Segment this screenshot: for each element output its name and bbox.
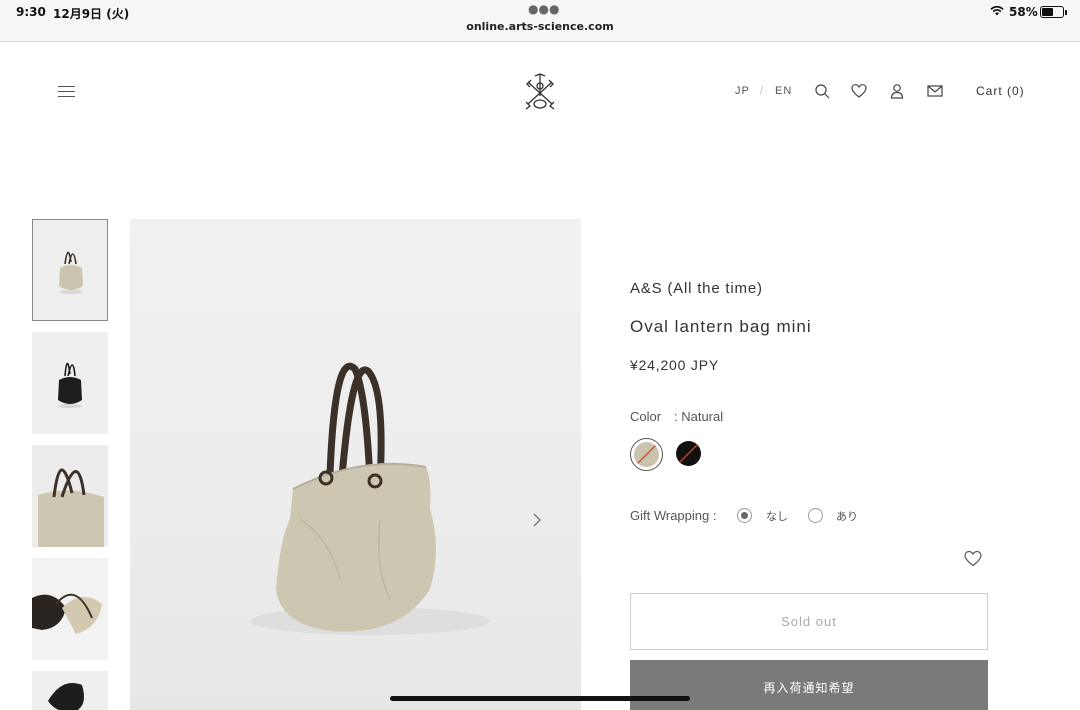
black-bag-detail-thumbnail[interactable] bbox=[32, 671, 108, 710]
selected-color-value: : Natural bbox=[674, 409, 724, 424]
brand-logo[interactable] bbox=[522, 72, 558, 112]
battery-icon bbox=[1040, 6, 1064, 18]
lang-jp-link[interactable]: JP bbox=[735, 85, 750, 97]
mail-icon[interactable] bbox=[927, 83, 943, 99]
gift-option-yes-label[interactable]: あり bbox=[836, 508, 858, 524]
wifi-icon bbox=[990, 6, 1004, 16]
swatch-natural[interactable] bbox=[630, 438, 663, 471]
battery-tip bbox=[1065, 10, 1067, 15]
more-dots-icon[interactable]: ●●● bbox=[528, 2, 559, 16]
favorite-heart-icon[interactable] bbox=[964, 550, 982, 567]
lang-separator: / bbox=[760, 85, 764, 97]
sold-out-slash-icon bbox=[678, 443, 699, 464]
restock-notify-button[interactable]: 再入荷通知希望 bbox=[630, 660, 988, 710]
address-bar-url[interactable]: online.arts-science.com bbox=[0, 20, 1080, 33]
status-time: 9:30 bbox=[16, 5, 46, 19]
cart-link[interactable]: Cart (0) bbox=[976, 84, 1025, 98]
browser-status-bar: 9:30 12月9日 (火) ●●● online.arts-science.c… bbox=[0, 0, 1080, 42]
product-title: Oval lantern bag mini bbox=[630, 317, 812, 336]
bag-handles-thumbnail[interactable] bbox=[32, 558, 108, 660]
heart-icon[interactable] bbox=[851, 83, 867, 99]
natural-bag-thumbnail[interactable] bbox=[32, 219, 108, 321]
swatch-black-fill bbox=[676, 441, 701, 466]
menu-icon[interactable] bbox=[58, 86, 75, 98]
lang-en-link[interactable]: EN bbox=[775, 85, 792, 97]
sold-out-slash-icon bbox=[636, 444, 657, 465]
gift-option-none-label[interactable]: なし bbox=[766, 508, 788, 524]
gift-option-none-radio[interactable] bbox=[737, 508, 752, 523]
sold-out-button[interactable]: Sold out bbox=[630, 593, 988, 650]
black-bag-thumbnail[interactable] bbox=[32, 332, 108, 434]
gift-wrapping-label: Gift Wrapping : bbox=[630, 508, 717, 523]
swatch-black[interactable] bbox=[673, 438, 706, 471]
user-icon[interactable] bbox=[889, 83, 905, 99]
home-indicator[interactable] bbox=[390, 696, 690, 701]
next-image-chevron-icon[interactable] bbox=[530, 510, 544, 530]
battery-percent: 58% bbox=[1009, 5, 1038, 19]
main-product-image bbox=[130, 219, 581, 710]
gift-option-yes-radio[interactable] bbox=[808, 508, 823, 523]
search-icon[interactable] bbox=[814, 83, 830, 99]
swatch-natural-fill bbox=[634, 442, 659, 467]
product-brand: A&S (All the time) bbox=[630, 280, 763, 297]
natural-bag-closeup-thumbnail[interactable] bbox=[32, 445, 108, 547]
battery-fill bbox=[1042, 8, 1053, 16]
color-label: Color bbox=[630, 409, 662, 424]
product-price: ¥24,200 JPY bbox=[630, 357, 719, 373]
